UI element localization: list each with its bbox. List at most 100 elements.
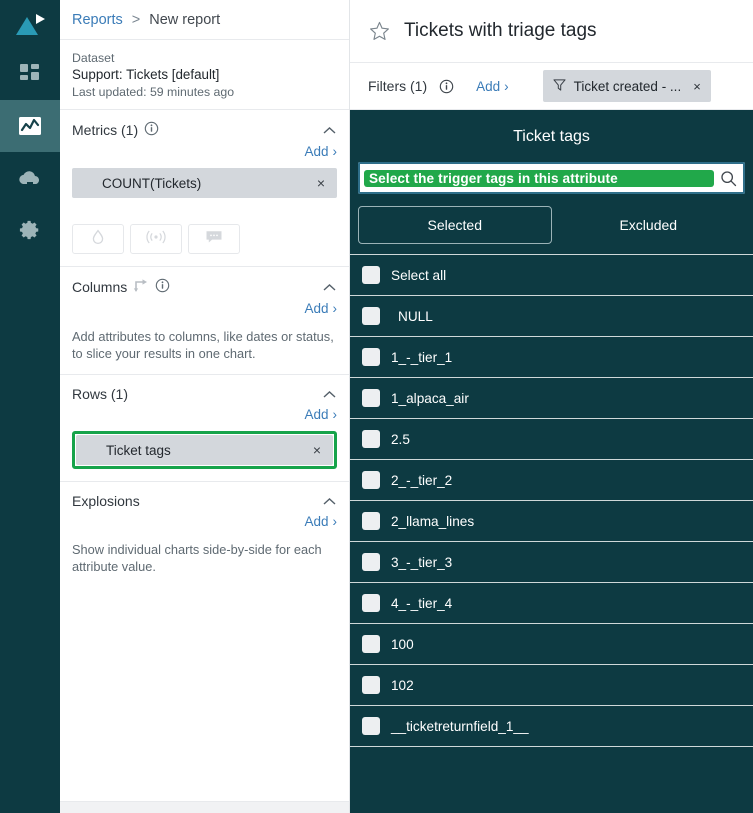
- list-item[interactable]: 1_-_tier_1: [350, 337, 753, 378]
- sidebar-item-settings[interactable]: [0, 204, 60, 256]
- filters-label: Filters (1): [368, 78, 428, 94]
- checkbox[interactable]: [362, 717, 380, 735]
- metrics-header: Metrics (1): [72, 121, 337, 139]
- search-magnifier-icon[interactable]: [720, 170, 737, 187]
- analytics-chart-icon: [18, 115, 42, 137]
- picker-value-list[interactable]: Select all NULL 1_-_tier_1 1_alpaca_air …: [350, 254, 753, 813]
- checkbox[interactable]: [362, 594, 380, 612]
- list-item[interactable]: 2_-_tier_2: [350, 460, 753, 501]
- checkbox[interactable]: [362, 635, 380, 653]
- app-logo[interactable]: [0, 4, 60, 48]
- columns-header: Columns: [72, 278, 337, 296]
- filters-add-label: Add: [476, 78, 501, 94]
- info-icon[interactable]: [439, 79, 454, 94]
- picker-search-box[interactable]: Select the trigger tags in this attribut…: [358, 162, 745, 194]
- settings-gear-icon: [19, 219, 41, 241]
- sidebar-item-dashboard[interactable]: [0, 48, 60, 100]
- list-item[interactable]: 100: [350, 624, 753, 665]
- broadcast-signal-icon: [145, 230, 167, 249]
- filter-chip-label: Ticket created - ...: [573, 78, 682, 94]
- list-item[interactable]: 3_-_tier_3: [350, 542, 753, 583]
- rows-add-label: Add: [304, 407, 329, 422]
- list-item[interactable]: 2.5: [350, 419, 753, 460]
- list-item[interactable]: __ticketreturnfield_1__: [350, 706, 753, 747]
- checkbox[interactable]: [362, 348, 380, 366]
- checkbox[interactable]: [362, 307, 380, 325]
- tab-excluded[interactable]: Excluded: [552, 206, 746, 244]
- list-item[interactable]: NULL: [350, 296, 753, 337]
- report-main-panel: Tickets with triage tags Filters (1) Add…: [350, 0, 753, 813]
- metric-chip-remove-icon[interactable]: ×: [315, 176, 327, 190]
- tab-selected[interactable]: Selected: [358, 206, 552, 244]
- list-item-label: 100: [391, 636, 414, 652]
- chevron-right-icon: ›: [504, 78, 509, 94]
- columns-collapse-chevron-icon[interactable]: [321, 279, 337, 295]
- chevron-right-icon: ›: [332, 144, 338, 159]
- chevron-right-icon: ›: [332, 514, 338, 529]
- funnel-filter-icon: [553, 78, 566, 94]
- row-chip-remove-icon[interactable]: ×: [311, 443, 323, 457]
- list-item[interactable]: Select all: [350, 255, 753, 296]
- row-chip-ticket-tags[interactable]: Ticket tags ×: [76, 435, 333, 465]
- app-rail: [0, 0, 60, 813]
- list-item[interactable]: 1_alpaca_air: [350, 378, 753, 419]
- row-chip-label: Ticket tags: [106, 442, 171, 458]
- checkbox[interactable]: [362, 389, 380, 407]
- checkbox[interactable]: [362, 266, 380, 284]
- metrics-add-label: Add: [304, 144, 329, 159]
- report-title-bar: Tickets with triage tags: [350, 0, 753, 63]
- sidebar-item-analytics[interactable]: [0, 100, 60, 152]
- explosions-help-text: Show individual charts side-by-side for …: [72, 542, 322, 574]
- breadcrumb-reports-link[interactable]: Reports: [72, 12, 123, 28]
- explosions-add-link[interactable]: Add ›: [304, 514, 337, 529]
- sidebar-item-upload[interactable]: [0, 152, 60, 204]
- droplet-button[interactable]: [72, 224, 124, 254]
- metrics-collapse-chevron-icon[interactable]: [321, 122, 337, 138]
- page-title: Tickets with triage tags: [404, 20, 597, 41]
- breadcrumb: Reports > New report: [60, 0, 349, 40]
- dataset-summary[interactable]: Dataset Support: Tickets [default] Last …: [60, 40, 349, 110]
- explosions-add-label: Add: [304, 514, 329, 529]
- checkbox[interactable]: [362, 676, 380, 694]
- columns-add-link[interactable]: Add ›: [304, 301, 337, 316]
- filter-chip-ticket-created[interactable]: Ticket created - ... ×: [542, 70, 711, 102]
- comment-button[interactable]: [188, 224, 240, 254]
- breadcrumb-separator: >: [131, 11, 141, 28]
- metric-action-buttons: [72, 224, 337, 254]
- info-icon[interactable]: [144, 121, 159, 139]
- filter-bar: Filters (1) Add › Ticket created - ... ×: [350, 63, 753, 110]
- filters-add-link[interactable]: Add ›: [476, 79, 509, 94]
- checkbox[interactable]: [362, 512, 380, 530]
- checkbox[interactable]: [362, 471, 380, 489]
- explosions-collapse-chevron-icon[interactable]: [321, 493, 337, 509]
- list-item-label: NULL: [398, 308, 433, 324]
- dataset-name: Support: Tickets [default]: [72, 67, 220, 82]
- metrics-title: Metrics (1): [72, 122, 139, 138]
- list-item[interactable]: 102: [350, 665, 753, 706]
- metric-chip[interactable]: COUNT(Tickets) ×: [72, 168, 337, 198]
- filter-chip-remove-icon[interactable]: ×: [693, 79, 701, 94]
- rows-add-link[interactable]: Add ›: [304, 407, 337, 422]
- explosions-section: Explosions Add › Show individual charts …: [60, 482, 349, 587]
- left-panel-spacer: [60, 587, 349, 801]
- checkbox[interactable]: [362, 553, 380, 571]
- chevron-right-icon: ›: [332, 407, 338, 422]
- swap-transpose-icon[interactable]: [133, 278, 150, 296]
- rows-collapse-chevron-icon[interactable]: [321, 386, 337, 402]
- columns-title: Columns: [72, 279, 128, 295]
- app-root: Reports > New report Dataset Support: Ti…: [0, 0, 753, 813]
- list-item[interactable]: 2_llama_lines: [350, 501, 753, 542]
- checkbox[interactable]: [362, 430, 380, 448]
- attribute-value-picker: Ticket tags Select the trigger tags in t…: [350, 110, 753, 813]
- list-item[interactable]: 4_-_tier_4: [350, 583, 753, 624]
- search-input[interactable]: Select the trigger tags in this attribut…: [364, 169, 714, 187]
- rows-header: Rows (1): [72, 386, 337, 402]
- dashboard-icon: [19, 63, 41, 85]
- favorite-star-icon[interactable]: [368, 20, 390, 42]
- cloud-upload-icon: [18, 168, 42, 188]
- info-icon[interactable]: [155, 278, 170, 296]
- columns-section: Columns Add › Add attributes to columns,…: [60, 267, 349, 375]
- metrics-add-link[interactable]: Add ›: [304, 144, 337, 159]
- broadcast-button[interactable]: [130, 224, 182, 254]
- list-item-label: 2_-_tier_2: [391, 472, 453, 488]
